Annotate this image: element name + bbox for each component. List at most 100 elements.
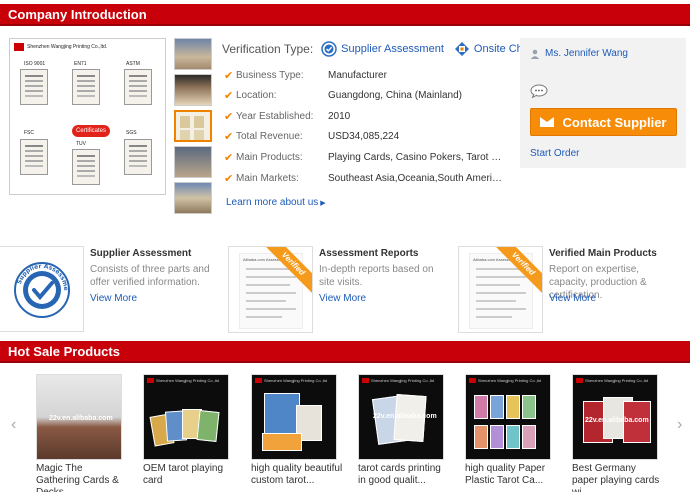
detail-row: ✔ Year Established: 2010: [224, 111, 504, 125]
company-logo: [576, 378, 583, 383]
envelope-icon: [540, 117, 555, 127]
verification-label: Verification Type:: [222, 42, 314, 56]
contact-person[interactable]: Ms. Jennifer Wang: [530, 48, 628, 59]
card-shape: [490, 425, 504, 449]
detail-row: ✔ Total Revenue: USD34,085,224: [224, 131, 504, 145]
product-name[interactable]: high quality Paper Plastic Tarot Ca...: [465, 463, 557, 487]
learn-more-link[interactable]: Learn more about us ▶: [226, 197, 326, 208]
card-box: [264, 393, 300, 435]
cert-doc: [72, 69, 100, 105]
product-image[interactable]: 22v.en.alibaba.com: [36, 374, 122, 460]
carousel-next-arrow[interactable]: ›: [677, 416, 682, 434]
certificates-image[interactable]: Shenzhen Wangjing Printing Co.,ltd. ISO …: [9, 38, 166, 195]
assessment-reports-title: Assessment Reports: [319, 248, 419, 259]
detail-row: ✔ Location: Guangdong, China (Mainland): [224, 90, 504, 104]
supplier-assessment-link[interactable]: Supplier Assessment: [341, 43, 444, 55]
cert-label: SGS: [126, 130, 137, 136]
product-name[interactable]: tarot cards printing in good qualit...: [358, 463, 450, 487]
report-line: [476, 284, 520, 286]
card-shape: [522, 425, 536, 449]
report-line: [246, 284, 290, 286]
hot-sale-title: Hot Sale Products: [8, 344, 120, 359]
product-image-header-text: Shenzhen Wangjing Printing Co.,ltd: [264, 378, 327, 383]
verified-main-products-title: Verified Main Products: [549, 248, 657, 259]
report-line: [246, 292, 296, 294]
check-icon: ✔: [224, 152, 234, 164]
assessment-reports-view-more[interactable]: View More: [319, 293, 366, 304]
cert-doc: [124, 69, 152, 105]
detail-key: Total Revenue:: [236, 131, 303, 142]
product-name[interactable]: OEM tarot playing card: [143, 463, 235, 487]
card-shape: [506, 425, 520, 449]
start-order-link[interactable]: Start Order: [530, 148, 579, 159]
product-image-header: Shenzhen Wangjing Printing Co.,ltd: [362, 378, 434, 383]
thumbnail-strip: [174, 38, 212, 218]
detail-row: ✔ Business Type: Manufacturer: [224, 70, 504, 84]
contact-supplier-button[interactable]: Contact Supplier: [530, 108, 677, 136]
contact-panel: Ms. Jennifer Wang Contact Supplier Start…: [520, 38, 686, 168]
assessment-report-image[interactable]: Alibaba.com Assessment Verified: [228, 246, 313, 333]
thumbnail[interactable]: [174, 146, 212, 178]
detail-key: Main Markets:: [236, 173, 299, 184]
company-logo: [469, 378, 476, 383]
detail-value: Guangdong, China (Mainland): [328, 90, 462, 101]
hot-sale-header: Hot Sale Products: [0, 341, 690, 363]
report-line: [246, 276, 296, 278]
supplier-assessment-icon: [321, 41, 337, 57]
supplier-assessment-desc: Consists of three parts and offer verifi…: [90, 264, 210, 288]
carousel-prev-arrow[interactable]: ‹: [11, 416, 16, 434]
verified-main-products-view-more[interactable]: View More: [549, 293, 596, 304]
cert-doc: [72, 149, 100, 185]
product-image[interactable]: Shenzhen Wangjing Printing Co.,ltd: [143, 374, 229, 460]
cert-label: EN71: [74, 61, 87, 67]
thumbnail[interactable]: [174, 38, 212, 70]
product-image[interactable]: Shenzhen Wangjing Printing Co.,ltd: [251, 374, 337, 460]
report-line: [476, 316, 512, 318]
card-tray: [262, 433, 302, 451]
detail-value: USD34,085,224: [328, 131, 400, 142]
report-line: [246, 308, 296, 310]
check-icon: ✔: [224, 90, 234, 102]
arrow-right-icon: ▶: [320, 200, 326, 207]
product-name[interactable]: Magic The Gathering Cards & Decks: [36, 463, 128, 492]
chat-icon[interactable]: [530, 84, 548, 98]
card-shape: [474, 425, 488, 449]
thumbnail[interactable]: [174, 182, 212, 214]
watermark-text: 22v.en.alibaba.com: [585, 417, 649, 424]
cert-label: TUV: [76, 141, 86, 147]
cert-doc: [124, 139, 152, 175]
company-intro-title: Company Introduction: [8, 7, 147, 22]
product-image-header-text: Shenzhen Wangjing Printing Co.,ltd: [156, 378, 219, 383]
product-image[interactable]: Shenzhen Wangjing Printing Co.,ltd: [465, 374, 551, 460]
report-line: [476, 276, 526, 278]
product-image-header-text: Shenzhen Wangjing Printing Co.,ltd: [585, 378, 648, 383]
product-image[interactable]: Shenzhen Wangjing Printing Co.,ltd 22v.e…: [358, 374, 444, 460]
onsite-check-icon: [454, 42, 469, 56]
company-logo: [147, 378, 154, 383]
verified-products-image[interactable]: Alibaba.com Assessment Verified: [458, 246, 543, 333]
detail-row: ✔ Main Products: Playing Cards, Casino P…: [224, 152, 504, 166]
thumbnail-selected[interactable]: [174, 110, 212, 142]
product-image[interactable]: Shenzhen Wangjing Printing Co.,ltd 22v.e…: [572, 374, 658, 460]
card-shape: [522, 395, 536, 419]
report-line: [476, 292, 526, 294]
cert-label: FSC: [24, 130, 34, 136]
detail-value: Southeast Asia,Oceania,South America,C..…: [328, 173, 504, 184]
product-image-header: Shenzhen Wangjing Printing Co.,ltd: [255, 378, 327, 383]
company-intro-header: Company Introduction: [0, 4, 690, 26]
product-image-header: Shenzhen Wangjing Printing Co.,ltd: [576, 378, 648, 383]
card-shape: [506, 395, 520, 419]
assessment-reports-desc: In-depth reports based on site visits.: [319, 264, 434, 288]
product-name[interactable]: high quality beautiful custom tarot...: [251, 463, 343, 487]
watermark-text: 22v.en.alibaba.com: [49, 415, 113, 422]
detail-value: Manufacturer: [328, 70, 387, 81]
supplier-assessment-view-more[interactable]: View More: [90, 293, 137, 304]
thumbnail[interactable]: [174, 74, 212, 106]
assessment-seal-icon: Supplier Assessment: [0, 242, 70, 318]
cert-header: Shenzhen Wangjing Printing Co.,ltd.: [14, 43, 107, 51]
watermark-text: 22v.en.alibaba.com: [373, 413, 437, 420]
contact-person-name: Ms. Jennifer Wang: [545, 48, 628, 59]
product-name[interactable]: Best Germany paper playing cards wi...: [572, 463, 664, 492]
detail-key: Year Established:: [236, 111, 314, 122]
detail-value: 2010: [328, 111, 351, 122]
